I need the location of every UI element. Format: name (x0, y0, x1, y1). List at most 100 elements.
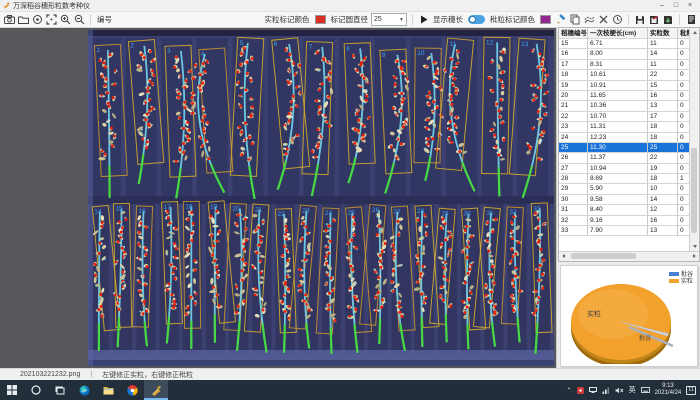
scroll-left-icon[interactable] (559, 252, 568, 260)
table-cell: 22 (648, 70, 678, 80)
report-notes-icon[interactable] (685, 13, 697, 26)
panicle-number-label: 2 (130, 43, 134, 50)
table-cell: 14 (648, 195, 678, 205)
task-view-button[interactable] (48, 380, 72, 400)
taskbar-app-grain-analyzer[interactable] (144, 380, 168, 400)
lasso-icon[interactable] (583, 13, 595, 26)
tray-language-indicator[interactable]: 英 (629, 385, 636, 395)
close-button[interactable]: × (683, 0, 697, 11)
table-cell: 18 (648, 174, 678, 184)
file-explorer-icon[interactable] (96, 380, 120, 400)
table-row[interactable]: 337.90130 (559, 226, 699, 236)
panicle-number-label: 13 (521, 41, 529, 48)
panicle-number-label: 20 (232, 206, 240, 213)
table-cell: 11 (648, 39, 678, 49)
delete-icon[interactable] (597, 13, 609, 26)
panicle-number-label: 19 (210, 204, 218, 211)
tray-network-icon[interactable] (602, 387, 610, 394)
scroll-right-icon[interactable] (690, 252, 699, 260)
horizontal-scrollbar[interactable] (559, 251, 699, 261)
minimize-button[interactable]: – (655, 0, 669, 11)
column-header[interactable]: 一次枝梗长(cm) (588, 28, 648, 39)
table-row[interactable]: 2710.94190 (559, 164, 699, 174)
column-header[interactable]: 稻穗编号 (559, 28, 588, 39)
vertical-scrollbar[interactable] (689, 28, 699, 251)
target-icon[interactable] (31, 13, 43, 26)
scroll-down-icon[interactable] (690, 242, 699, 251)
edge-browser-icon[interactable] (72, 380, 96, 400)
table-row[interactable]: 288.69181 (559, 174, 699, 184)
diameter-select[interactable]: 25 ▼ (371, 13, 407, 26)
show-length-toggle[interactable] (468, 15, 485, 24)
media-app-icon[interactable] (120, 380, 144, 400)
table-row[interactable]: 156.71110 (559, 39, 699, 49)
table-cell: 16 (648, 91, 678, 101)
table-row[interactable]: 1910.91150 (559, 81, 699, 91)
search-button[interactable] (24, 380, 48, 400)
table-row[interactable]: 178.31110 (559, 60, 699, 70)
panicle-number-label: 24 (325, 210, 333, 217)
fit-view-icon[interactable] (45, 13, 57, 26)
panicle-number-label: 25 (348, 210, 356, 217)
panicle-number-label: 26 (372, 207, 380, 214)
play-icon[interactable] (418, 13, 430, 26)
table-row[interactable]: 2110.36130 (559, 101, 699, 111)
table-cell: 13 (648, 101, 678, 111)
table-row[interactable]: 2412.23180 (559, 133, 699, 143)
tray-date: 2021/4/24 (655, 390, 682, 397)
svg-text:秕谷: 秕谷 (639, 334, 651, 342)
specimen-photo[interactable]: 1234567891011121314151617181920212223242… (88, 30, 554, 366)
history-icon[interactable] (611, 13, 623, 26)
table-row[interactable]: 2511.30250 (559, 143, 699, 153)
table-row[interactable]: 2210.70170 (559, 112, 699, 122)
table-row[interactable]: 2011.65160 (559, 91, 699, 101)
save-icon[interactable] (634, 13, 646, 26)
numbering-button[interactable]: 编号 (97, 14, 112, 25)
vertical-scroll-thumb[interactable] (691, 148, 697, 233)
table-row[interactable]: 168.00140 (559, 49, 699, 59)
table-row[interactable]: 2311.31180 (559, 122, 699, 132)
panicle-number-label: 11 (450, 41, 457, 48)
table-row[interactable]: 318.40120 (559, 205, 699, 215)
panicle-number-label: 17 (164, 204, 172, 211)
windows-taskbar: ⌃ 英 9:13 2021/4/24 11 (0, 380, 700, 400)
edit-pen-icon[interactable] (555, 13, 567, 26)
table-row[interactable]: 309.58140 (559, 195, 699, 205)
scroll-up-icon[interactable] (690, 28, 699, 37)
maximize-button[interactable]: □ (669, 0, 683, 11)
panicle-number-label: 16 (139, 208, 147, 215)
table-cell: 10.36 (588, 101, 648, 111)
column-header[interactable]: 实粒数 (648, 28, 678, 39)
zoom-in-icon[interactable] (59, 13, 71, 26)
open-folder-icon[interactable] (17, 13, 29, 26)
table-row[interactable]: 295.90100 (559, 184, 699, 194)
tray-expand-icon[interactable]: ⌃ (567, 387, 572, 394)
status-separator: | (90, 371, 92, 378)
table-row[interactable]: 1810.61220 (559, 70, 699, 80)
notification-center-icon[interactable]: 11 (686, 386, 696, 395)
tray-clock[interactable]: 9:13 2021/4/24 (655, 383, 682, 396)
camera-icon[interactable] (3, 13, 15, 26)
start-button[interactable] (0, 380, 24, 400)
image-viewer[interactable]: 1234567891011121314151617181920212223242… (0, 28, 556, 368)
tray-display-icon[interactable] (589, 387, 597, 393)
filled-color-swatch[interactable] (315, 15, 326, 24)
table-cell: 10.91 (588, 81, 648, 91)
tray-keyboard-icon[interactable] (641, 387, 650, 393)
table-cell: 30 (559, 195, 588, 205)
empty-color-label: 秕粒标记颜色 (490, 14, 535, 25)
export-icon[interactable] (662, 13, 674, 26)
panicle-number-label: 31 (486, 210, 494, 217)
save-report-icon[interactable] (648, 13, 660, 26)
tray-security-icon[interactable] (577, 387, 584, 394)
table-row[interactable]: 329.16160 (559, 216, 699, 226)
tray-volume-icon[interactable] (615, 387, 624, 394)
empty-color-swatch[interactable] (540, 15, 551, 24)
horizontal-scroll-thumb[interactable] (571, 253, 636, 259)
zoom-out-icon[interactable] (73, 13, 85, 26)
table-row[interactable]: 2611.37220 (559, 153, 699, 163)
grain-table[interactable]: 稻穗编号一次枝梗长(cm)实粒数秕粒数 156.71110168.0014017… (558, 27, 700, 262)
copy-icon[interactable] (569, 13, 581, 26)
table-cell: 12.23 (588, 133, 648, 143)
panicle-number-label: 29 (441, 211, 449, 218)
